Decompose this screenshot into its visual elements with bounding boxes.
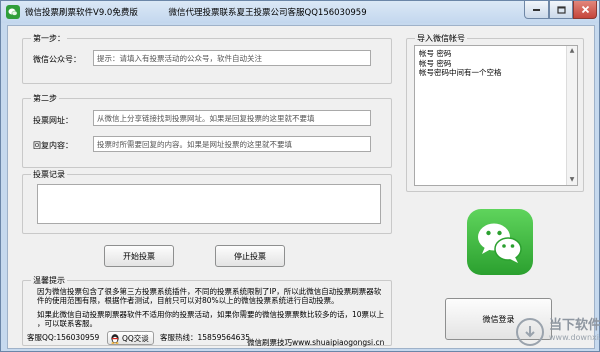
vote-log-title: 投票记录 [31,169,67,180]
accounts-scrollbar[interactable]: ▲ ▼ [566,46,577,185]
import-accounts-title: 导入微信帐号 [415,33,467,44]
app-title: 微信投票刷票软件V9.0免费版 [25,8,138,18]
service-hotline-text: 客服热线：15859564635 [160,333,250,342]
close-button[interactable] [573,1,597,19]
maximize-button[interactable] [549,1,573,19]
wechat-logo-icon [467,209,533,275]
notice-line-4: ，可以联系客服。 [37,319,97,328]
app-window: 微信投票刷票软件V9.0免费版 微信代理投票联系夏王投票公司客服QQ156030… [0,0,600,352]
minimize-button[interactable] [524,1,549,19]
watermark-title: 当下软件园 [549,318,600,333]
notice-group: 温馨提示 因为微信投票包含了很多第三方投票系统插件，不同的投票系统限制了IP，所… [22,275,392,347]
minimize-icon [533,9,540,11]
title-bar[interactable]: 微信投票刷票软件V9.0免费版 微信代理投票联系夏王投票公司客服QQ156030… [1,1,599,23]
account-line-2: 帐号 密码 [419,58,452,68]
reply-content-label: 回复内容： [33,141,73,150]
scroll-up-icon[interactable]: ▲ [567,46,577,56]
vote-log-textarea[interactable] [37,184,381,224]
import-accounts-group: 导入微信帐号 帐号 密码 帐号 密码 帐号密码中间有一个空格 ▲ ▼ [406,33,584,192]
notice-line-2: 件的使用范围有限，根据作者测试，目前只可以对80%以上的微信投票系统进行自动投票… [37,296,339,305]
vote-log-group: 投票记录 [22,169,392,234]
qq-chat-label: QQ交谈 [122,333,149,343]
reply-content-input[interactable]: 投票时所需要回复的内容。如果是网址投票的这里就不要填 [93,136,371,152]
website-text: 微信刷票技巧www.shuaipiaogongsi.cn [247,338,385,347]
wechat-account-input[interactable]: 提示：请填入有投票活动的公众号，软件自动关注 [93,50,371,66]
scroll-down-icon[interactable]: ▼ [567,175,577,185]
step1-title: 第一步： [31,33,67,44]
app-icon [6,5,20,19]
qq-chat-button[interactable]: QQ交谈 [107,331,154,345]
accounts-textarea[interactable]: 帐号 密码 帐号 密码 帐号密码中间有一个空格 ▲ ▼ [414,45,578,186]
wechat-account-label: 微信公众号： [33,55,81,64]
account-line-1: 帐号 密码 [419,49,452,58]
start-vote-button[interactable]: 开始投票 [104,245,174,267]
watermark-logo-icon [516,318,544,346]
step2-title: 第二步 [31,93,59,104]
step2-group: 第二步 投票网址： 从微信上分享链接找到投票网址。如果是回复投票的这里就不要填 … [22,93,392,168]
qq-penguin-icon [111,333,119,344]
vote-url-input[interactable]: 从微信上分享链接找到投票网址。如果是回复投票的这里就不要填 [93,110,371,126]
service-qq-text: 客服QQ:156030959 [27,333,100,342]
maximize-icon [556,5,566,14]
client-area: 第一步： 微信公众号： 提示：请填入有投票活动的公众号，软件自动关注 第二步 投… [7,25,600,349]
vote-url-label: 投票网址： [33,116,73,125]
stop-vote-button[interactable]: 停止投票 [215,245,285,267]
watermark: 当下软件园 www.downxia.com [516,318,600,346]
notice-title: 温馨提示 [31,275,67,286]
close-icon [581,5,589,14]
watermark-url: www.downxia.com [549,333,600,342]
service-text: 微信代理投票联系夏王投票公司客服QQ156030959 [168,8,367,18]
step1-group: 第一步： 微信公众号： 提示：请填入有投票活动的公众号，软件自动关注 [22,33,392,84]
account-line-3: 帐号密码中间有一个空格 [419,68,502,77]
window-title: 微信投票刷票软件V9.0免费版 微信代理投票联系夏王投票公司客服QQ156030… [25,6,395,18]
